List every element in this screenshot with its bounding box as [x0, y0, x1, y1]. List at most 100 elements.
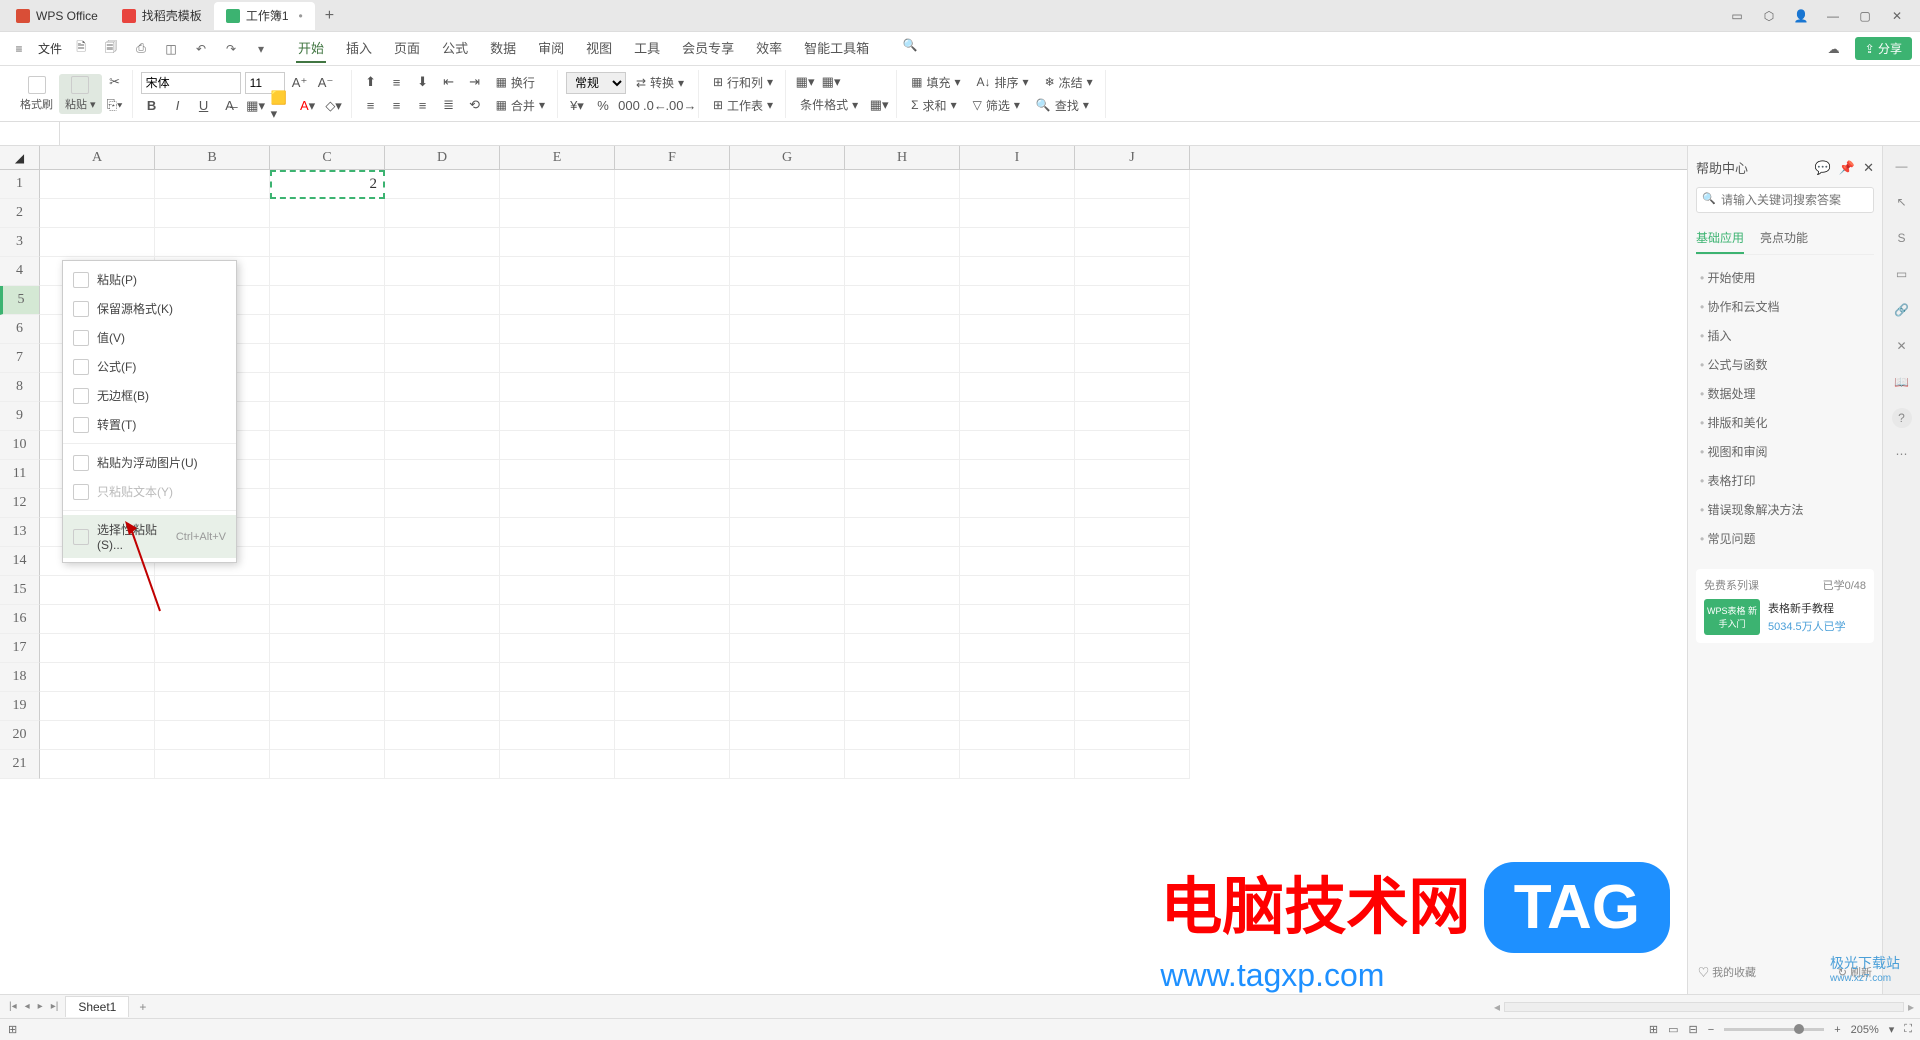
cloud-icon[interactable]: ☁ [1823, 38, 1845, 60]
cell-E14[interactable] [500, 547, 615, 576]
cell-H17[interactable] [845, 634, 960, 663]
cell-J10[interactable] [1075, 431, 1190, 460]
cell-J6[interactable] [1075, 315, 1190, 344]
paste-menu-item-6[interactable]: 粘贴为浮动图片(U) [63, 448, 236, 477]
cell-I6[interactable] [960, 315, 1075, 344]
cell-H18[interactable] [845, 663, 960, 692]
col-header-F[interactable]: F [615, 146, 730, 169]
print-preview-icon[interactable]: ◫ [160, 38, 182, 60]
select-all-corner[interactable]: ◢ [0, 146, 40, 169]
cell-H10[interactable] [845, 431, 960, 460]
undo-icon[interactable]: ↶ [190, 38, 212, 60]
row-header-5[interactable]: 5 [0, 286, 40, 315]
more-icon[interactable]: ⋯ [1892, 444, 1912, 464]
row-header-18[interactable]: 18 [0, 663, 40, 692]
cell-D17[interactable] [385, 634, 500, 663]
cell-G8[interactable] [730, 373, 845, 402]
cell-J19[interactable] [1075, 692, 1190, 721]
help-topic-5[interactable]: 排版和美化 [1696, 408, 1874, 437]
view-break-icon[interactable]: ⊟ [1689, 1023, 1698, 1036]
cell-C17[interactable] [270, 634, 385, 663]
cell-G9[interactable] [730, 402, 845, 431]
redo-icon[interactable]: ↷ [220, 38, 242, 60]
orientation-icon[interactable]: ⟲ [464, 95, 486, 115]
close-window-icon[interactable]: ✕ [1888, 7, 1906, 25]
fill-button[interactable]: ▦ 填充 ▾ [905, 72, 966, 93]
help-topic-0[interactable]: 开始使用 [1696, 263, 1874, 292]
align-left-icon[interactable]: ≡ [360, 95, 382, 115]
cell-D1[interactable] [385, 170, 500, 199]
align-right-icon[interactable]: ≡ [412, 95, 434, 115]
cell-H13[interactable] [845, 518, 960, 547]
cell-B16[interactable] [155, 605, 270, 634]
first-sheet-icon[interactable]: |◂ [6, 1001, 20, 1012]
cell-A18[interactable] [40, 663, 155, 692]
cell-F2[interactable] [615, 199, 730, 228]
cell-E4[interactable] [500, 257, 615, 286]
row-col-button[interactable]: ⊞ 行和列 ▾ [707, 72, 779, 93]
cell-A2[interactable] [40, 199, 155, 228]
user-icon[interactable]: 👤 [1792, 7, 1810, 25]
cell-I1[interactable] [960, 170, 1075, 199]
row-header-3[interactable]: 3 [0, 228, 40, 257]
paste-menu-item-3[interactable]: 公式(F) [63, 352, 236, 381]
font-color-button[interactable]: A▾ [297, 96, 319, 116]
cell-C6[interactable] [270, 315, 385, 344]
cell-J12[interactable] [1075, 489, 1190, 518]
cell-B17[interactable] [155, 634, 270, 663]
pin-icon[interactable]: 📌 [1839, 160, 1855, 176]
cell-H11[interactable] [845, 460, 960, 489]
row-header-16[interactable]: 16 [0, 605, 40, 634]
cell-G14[interactable] [730, 547, 845, 576]
cell-C14[interactable] [270, 547, 385, 576]
format-icon[interactable]: ▦▾ [868, 95, 890, 115]
row-header-7[interactable]: 7 [0, 344, 40, 373]
cell-J9[interactable] [1075, 402, 1190, 431]
cell-G5[interactable] [730, 286, 845, 315]
tab-view[interactable]: 视图 [584, 34, 614, 63]
maximize-icon[interactable]: ▢ [1856, 7, 1874, 25]
row-header-15[interactable]: 15 [0, 576, 40, 605]
row-header-21[interactable]: 21 [0, 750, 40, 779]
cell-D6[interactable] [385, 315, 500, 344]
tab-tools[interactable]: 工具 [632, 34, 662, 63]
font-name-select[interactable] [141, 72, 241, 94]
print-icon[interactable]: ⎙ [130, 38, 152, 60]
cell-E1[interactable] [500, 170, 615, 199]
align-bottom-icon[interactable]: ⬇ [412, 72, 434, 92]
cell-F11[interactable] [615, 460, 730, 489]
zoom-level[interactable]: 205% [1851, 1024, 1879, 1036]
save-as-icon[interactable]: 🗐 [100, 38, 122, 60]
convert-button[interactable]: ⇄ 转换 ▾ [630, 72, 690, 93]
cell-F6[interactable] [615, 315, 730, 344]
cell-E21[interactable] [500, 750, 615, 779]
tab-smart-toolbox[interactable]: 智能工具箱 [802, 34, 871, 63]
help-tab-basic[interactable]: 基础应用 [1696, 223, 1744, 254]
col-header-E[interactable]: E [500, 146, 615, 169]
cell-C12[interactable] [270, 489, 385, 518]
cell-D15[interactable] [385, 576, 500, 605]
table-style-icon[interactable]: ▦▾ [794, 72, 816, 92]
col-header-A[interactable]: A [40, 146, 155, 169]
cell-A21[interactable] [40, 750, 155, 779]
clear-format-button[interactable]: ◇▾ [323, 96, 345, 116]
cell-G20[interactable] [730, 721, 845, 750]
panel-icon[interactable]: ▭ [1728, 7, 1746, 25]
col-header-J[interactable]: J [1075, 146, 1190, 169]
cell-I14[interactable] [960, 547, 1075, 576]
cell-D18[interactable] [385, 663, 500, 692]
tab-workbook[interactable]: 工作簿1 • [214, 2, 315, 30]
view-normal-icon[interactable]: ⊞ [1649, 1023, 1658, 1036]
cell-I10[interactable] [960, 431, 1075, 460]
cell-J1[interactable] [1075, 170, 1190, 199]
border-button[interactable]: ▦▾ [245, 96, 267, 116]
tab-data[interactable]: 数据 [488, 34, 518, 63]
cell-I9[interactable] [960, 402, 1075, 431]
row-header-14[interactable]: 14 [0, 547, 40, 576]
cell-F12[interactable] [615, 489, 730, 518]
cell-F13[interactable] [615, 518, 730, 547]
cell-C11[interactable] [270, 460, 385, 489]
cell-I7[interactable] [960, 344, 1075, 373]
cell-H20[interactable] [845, 721, 960, 750]
tab-insert[interactable]: 插入 [344, 34, 374, 63]
